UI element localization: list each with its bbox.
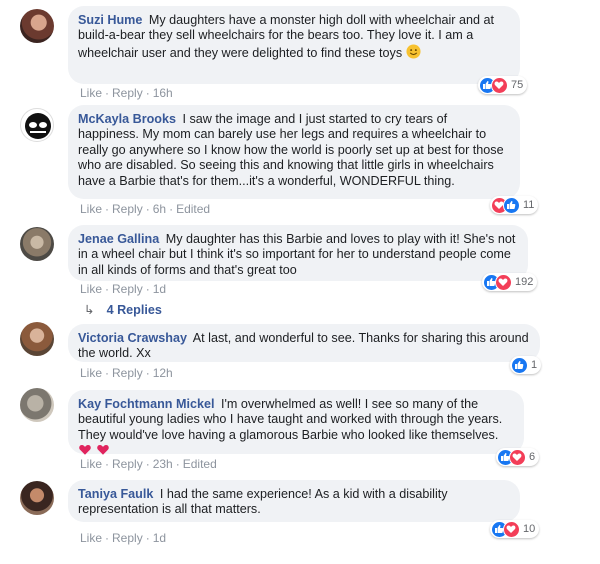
love-reaction-icon <box>491 76 508 94</box>
avatar[interactable] <box>20 481 54 515</box>
like-link[interactable]: Like <box>80 202 102 216</box>
reply-link[interactable]: Reply <box>112 457 143 471</box>
reaction-summary[interactable]: 11 <box>490 196 539 214</box>
comment-bubble: Victoria Crawshay At last, and wonderful… <box>68 324 540 362</box>
comment-actions: Like · Reply · 6h · Edited <box>80 202 211 216</box>
reaction-count: 1 <box>531 359 538 371</box>
timestamp[interactable]: 1d <box>153 531 166 545</box>
comment-actions: Like · Reply · 23h · Edited <box>80 457 217 471</box>
like-link[interactable]: Like <box>80 531 102 545</box>
comment-author[interactable]: Suzi Hume <box>78 13 142 27</box>
comment-author[interactable]: Kay Fochtmann Mickel <box>78 397 214 411</box>
edited-label[interactable]: Edited <box>176 202 210 216</box>
like-link[interactable]: Like <box>80 282 102 296</box>
comment-bubble: Suzi Hume My daughters have a monster hi… <box>68 6 520 84</box>
avatar[interactable] <box>20 227 54 261</box>
like-link[interactable]: Like <box>80 86 102 100</box>
love-reaction-icon <box>495 273 512 291</box>
comment-actions: Like · Reply · 12h <box>80 366 173 380</box>
reaction-summary[interactable]: 10 <box>490 520 540 538</box>
comment-actions: Like · Reply · 1d <box>80 531 167 545</box>
comment-bubble: Jenae Gallina My daughter has this Barbi… <box>68 225 528 281</box>
comment-bubble: McKayla Brooks I saw the image and I jus… <box>68 105 520 199</box>
timestamp[interactable]: 12h <box>153 366 173 380</box>
comment-bubble: Kay Fochtmann Mickel I'm overwhelmed as … <box>68 390 524 455</box>
reaction-count: 10 <box>523 523 536 535</box>
avatar[interactable] <box>20 322 54 356</box>
reply-link[interactable]: Reply <box>112 86 143 100</box>
timestamp[interactable]: 6h <box>153 202 166 216</box>
reply-arrow-icon: ↳ <box>84 303 95 317</box>
timestamp[interactable]: 23h <box>153 457 173 471</box>
timestamp[interactable]: 1d <box>153 282 166 296</box>
reaction-count: 75 <box>511 79 524 91</box>
reply-link[interactable]: Reply <box>112 531 143 545</box>
avatar[interactable] <box>20 9 54 43</box>
love-reaction-icon <box>509 448 526 466</box>
smiling-emoji <box>406 44 421 63</box>
comment-actions: Like · Reply · 16h <box>80 86 173 100</box>
reply-link[interactable]: Reply <box>112 202 143 216</box>
comment-author[interactable]: Victoria Crawshay <box>78 331 187 345</box>
reaction-count: 11 <box>523 199 535 211</box>
like-reaction-icon <box>511 356 528 374</box>
reply-link[interactable]: Reply <box>112 282 143 296</box>
edited-label[interactable]: Edited <box>183 457 217 471</box>
reaction-count: 192 <box>515 276 534 288</box>
reply-link[interactable]: Reply <box>112 366 143 380</box>
timestamp[interactable]: 16h <box>153 86 173 100</box>
avatar[interactable] <box>20 388 54 422</box>
reaction-summary[interactable]: 1 <box>510 356 542 374</box>
like-link[interactable]: Like <box>80 366 102 380</box>
reaction-summary[interactable]: 192 <box>482 273 538 291</box>
replies-count[interactable]: 4 Replies <box>107 303 162 317</box>
like-link[interactable]: Like <box>80 457 102 471</box>
comment-author[interactable]: Jenae Gallina <box>78 232 159 246</box>
comment-author[interactable]: Taniya Faulk <box>78 487 153 501</box>
avatar[interactable] <box>20 108 54 142</box>
comment-bubble: Taniya Faulk I had the same experience! … <box>68 480 520 522</box>
reaction-summary[interactable]: 75 <box>478 76 528 94</box>
reaction-summary[interactable]: 6 <box>496 448 540 466</box>
reaction-count: 6 <box>529 451 536 463</box>
love-reaction-icon <box>503 520 520 538</box>
comment-actions: Like · Reply · 1d <box>80 282 167 296</box>
like-reaction-icon <box>503 196 520 214</box>
comment-author[interactable]: McKayla Brooks <box>78 112 176 126</box>
view-replies-link[interactable]: ↳ 4 Replies <box>84 302 162 317</box>
